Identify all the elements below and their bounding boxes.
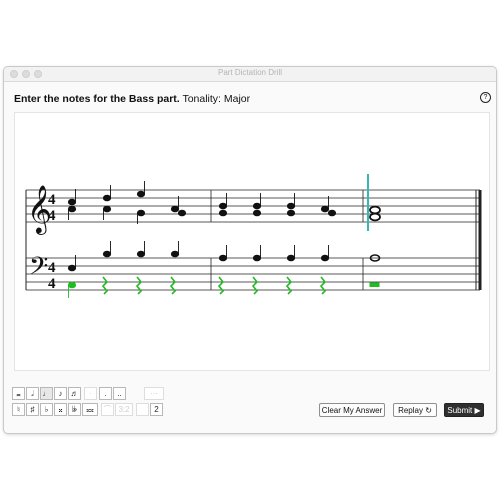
tonality-text: Tonality: Major — [182, 93, 251, 105]
natural-tool[interactable]: ♮ — [12, 403, 25, 416]
quarter-rest — [169, 276, 177, 295]
treble-notes — [67, 181, 381, 224]
sixteenth-note-tool[interactable]: ♬ — [68, 387, 81, 400]
quarter-rest — [217, 276, 225, 295]
flat-tool[interactable]: ♭ — [40, 403, 53, 416]
note — [327, 209, 337, 217]
note — [286, 254, 296, 262]
note — [136, 190, 146, 198]
bass-entered-notes — [67, 276, 380, 298]
sharp-tool[interactable]: ♯ — [26, 403, 39, 416]
quarter-note-tool[interactable]: ♩ — [40, 387, 53, 400]
note — [102, 194, 112, 202]
note — [170, 250, 180, 258]
quarter-rest — [285, 276, 293, 295]
clear-answer-button[interactable]: Clear My Answer — [319, 403, 385, 417]
instruction-heading: Enter the notes for the Bass part. Tonal… — [14, 93, 250, 105]
whole-note — [369, 205, 381, 215]
note — [136, 250, 146, 258]
note — [67, 205, 77, 213]
double-flat-tool[interactable]: 𝄫 — [68, 403, 81, 416]
note — [252, 209, 262, 217]
submit-button[interactable]: Submit ▶ — [444, 403, 484, 417]
tuplet-tool[interactable]: 3:2 — [115, 403, 133, 416]
quarter-rest — [135, 276, 143, 295]
rest-tool[interactable]: · — [84, 387, 97, 400]
note — [286, 202, 296, 210]
note — [102, 250, 112, 258]
tie-tool[interactable]: ⌒ — [101, 403, 114, 416]
note — [218, 209, 228, 217]
note — [67, 264, 77, 272]
empty-tool[interactable] — [136, 403, 149, 416]
window-title: Part Dictation Drill — [217, 68, 282, 77]
time-sig-top-treble: 4 — [48, 192, 56, 208]
whole-note — [369, 212, 381, 222]
whole-rest — [369, 282, 380, 287]
half-note-tool[interactable]: 𝅗𝅥 — [26, 387, 39, 400]
double-dot-tool[interactable]: .. — [113, 387, 126, 400]
quarter-rest — [101, 276, 109, 295]
bass-clef: 𝄢 — [29, 252, 48, 287]
entered-note — [67, 281, 77, 289]
note — [320, 254, 330, 262]
whole-note-tool[interactable]: 𝅜 — [12, 387, 25, 400]
note — [218, 202, 228, 210]
time-sig-top-bass: 4 — [48, 260, 56, 276]
note — [252, 254, 262, 262]
triple-sharp-tool[interactable]: 𝄪𝄪 — [82, 403, 98, 416]
voice-2-tool[interactable]: 2 — [150, 403, 163, 416]
barlines — [25, 190, 482, 290]
note — [320, 205, 330, 213]
note — [177, 209, 187, 217]
dot-tool[interactable]: . — [99, 387, 112, 400]
time-sig-bottom-treble: 4 — [48, 208, 56, 224]
more-tool[interactable]: ⋯ — [144, 387, 164, 400]
help-icon[interactable]: ? — [480, 92, 491, 103]
app-window: Part Dictation Drill Enter the notes for… — [3, 66, 497, 434]
note — [102, 205, 112, 213]
double-sharp-tool[interactable]: 𝄪 — [54, 403, 67, 416]
replay-button[interactable]: Replay ↻ — [393, 403, 437, 417]
music-score[interactable]: 𝄞 𝄢 4 4 4 4 — [15, 113, 491, 372]
note — [136, 209, 146, 217]
time-signature: 4 4 4 4 — [48, 192, 56, 292]
title-bar: Part Dictation Drill — [4, 67, 496, 82]
time-sig-bottom-bass: 4 — [48, 276, 56, 292]
score-panel[interactable]: 𝄞 𝄢 4 4 4 4 — [14, 112, 490, 371]
quarter-rest — [251, 276, 259, 295]
quarter-rest — [319, 276, 327, 295]
note — [286, 209, 296, 217]
note — [67, 198, 77, 206]
note — [252, 202, 262, 210]
note — [218, 254, 228, 262]
instruction-text: Enter the notes for the Bass part. — [14, 93, 180, 105]
eighth-note-tool[interactable]: ♪ — [54, 387, 67, 400]
note — [170, 205, 180, 213]
